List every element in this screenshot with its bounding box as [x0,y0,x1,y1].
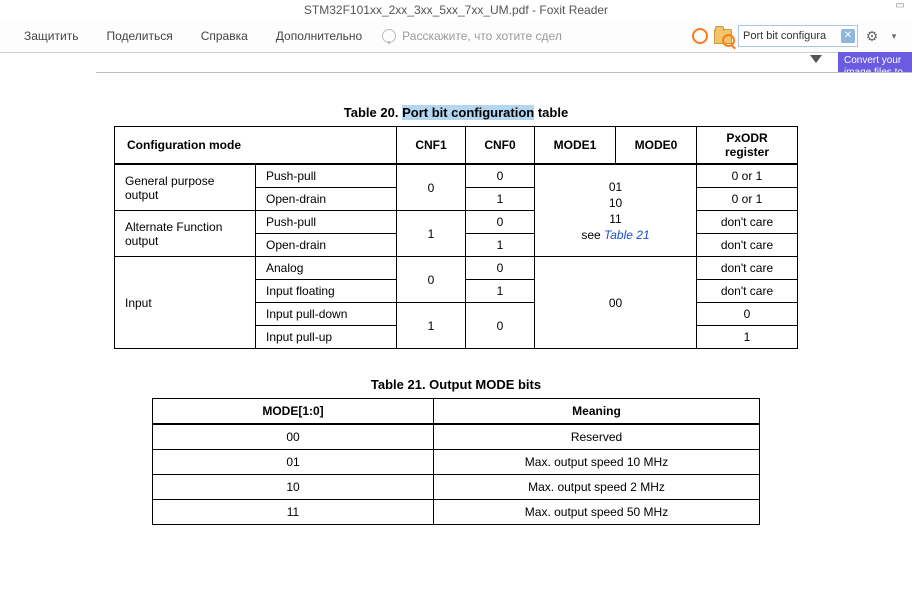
cell-af-label: Alternate Function output [115,211,256,257]
cell-af-cnf0-0: 0 [466,211,535,234]
toolbar-right: Port bit configura ✕ ⚙ ▾ [692,25,902,47]
cell-af-px-1: don't care [697,234,798,257]
cell-af-px-0: don't care [697,211,798,234]
cell-gp-cnf0-1: 1 [466,188,535,211]
mode-line-3: 11 [609,211,621,227]
table21: MODE[1:0] Meaning 00 Reserved 01 Max. ou… [152,398,760,525]
window-title: STM32F101xx_2xx_3xx_5xx_7xx_UM.pdf - Fox… [304,3,608,17]
cell-af-opendrain: Open-drain [256,234,397,257]
table-row: Input Analog 0 0 00 don't care [115,257,798,280]
tell-me-search[interactable]: Расскажите, что хотите сдел [376,29,562,43]
cell-in-floating: Input floating [256,280,397,303]
mode-line-2: 10 [609,195,622,211]
table20-th-cnf1: CNF1 [397,127,466,165]
cell-in-analog: Analog [256,257,397,280]
table-row: 10 Max. output speed 2 MHz [153,475,760,500]
table20-th-config-mode: Configuration mode [115,127,397,165]
cell-gp-opendrain: Open-drain [256,188,397,211]
cell-in-pulldown: Input pull-down [256,303,397,326]
mode-line-1: 01 [609,179,622,195]
table21-caption: Table 21. Output MODE bits [0,377,912,392]
account-icon[interactable] [692,28,708,44]
convert-banner-line1: Convert your [844,55,901,66]
document-view[interactable]: Table 20. Port bit configuration table C… [0,73,912,592]
table20-caption-prefix: Table 20. [344,105,402,120]
cell-in-px-2: 0 [697,303,798,326]
tell-me-placeholder: Расскажите, что хотите сдел [402,29,562,43]
cell-in-cnf0-2: 0 [466,303,535,349]
table-row: 00 Reserved [153,424,760,450]
cell-in-px-0: don't care [697,257,798,280]
window-restore-icon[interactable]: ▭ [894,0,906,12]
document-content: Table 20. Port bit configuration table C… [0,73,912,525]
find-text-value: Port bit configura [743,30,841,42]
cell-in-cnf1-1: 1 [397,303,466,349]
table20-caption: Table 20. Port bit configuration table [0,105,912,120]
t21-mode-1: 01 [153,450,434,475]
cell-gp-px-1: 0 or 1 [697,188,798,211]
mode-see-text: see [581,228,604,242]
table20-caption-highlight: Port bit configuration [402,105,534,120]
menu-item-help[interactable]: Справка [187,29,262,43]
t21-meaning-0: Reserved [434,424,760,450]
cell-in-label: Input [115,257,256,349]
mode-line-4: see Table 21 [581,227,649,243]
cell-gp-cnf1: 0 [397,164,466,211]
cell-in-px-3: 1 [697,326,798,349]
t21-meaning-2: Max. output speed 2 MHz [434,475,760,500]
magnifier-icon [722,34,735,47]
cell-in-cnf0-0: 0 [466,257,535,280]
cell-in-px-1: don't care [697,280,798,303]
ribbon-collapse-icon[interactable] [810,55,822,63]
table-row: General purpose output Push-pull 0 0 01 … [115,164,798,188]
table21-header-row: MODE[1:0] Meaning [153,399,760,425]
table20-th-pxodr: PxODR register [697,127,798,165]
cell-in-cnf0-1: 1 [466,280,535,303]
table-row: 11 Max. output speed 50 MHz [153,500,760,525]
t21-mode-3: 11 [153,500,434,525]
settings-gear-icon[interactable]: ⚙ [864,28,880,44]
cell-mode-combined: 01 10 11 see Table 21 [535,164,697,257]
open-folder-search-icon[interactable] [714,29,732,44]
table20-th-cnf0: CNF0 [466,127,535,165]
cell-af-cnf0-1: 1 [466,234,535,257]
table-row: 01 Max. output speed 10 MHz [153,450,760,475]
cell-gp-label: General purpose output [115,164,256,211]
cell-gp-cnf0-0: 0 [466,164,535,188]
table21-th-meaning: Meaning [434,399,760,425]
table20-th-mode1: MODE1 [535,127,616,165]
clear-search-icon[interactable]: ✕ [841,29,855,43]
window-titlebar: STM32F101xx_2xx_3xx_5xx_7xx_UM.pdf - Fox… [0,0,912,20]
lightbulb-icon [382,29,396,43]
settings-dropdown-icon[interactable]: ▾ [886,28,902,44]
t21-meaning-3: Max. output speed 50 MHz [434,500,760,525]
table21-th-mode: MODE[1:0] [153,399,434,425]
menu-item-protect[interactable]: Защитить [10,29,92,43]
cell-gp-px-0: 0 or 1 [697,164,798,188]
cell-in-pullup: Input pull-up [256,326,397,349]
t21-meaning-1: Max. output speed 10 MHz [434,450,760,475]
menu-item-extra[interactable]: Дополнительно [262,29,376,43]
menu-bar: Защитить Поделиться Справка Дополнительн… [0,20,912,53]
table20-caption-suffix: table [534,105,568,120]
cell-in-mode: 00 [535,257,697,349]
menu-item-share[interactable]: Поделиться [92,29,186,43]
table20-th-mode0: MODE0 [616,127,697,165]
cell-af-cnf1: 1 [397,211,466,257]
t21-mode-0: 00 [153,424,434,450]
cell-in-cnf1-0: 0 [397,257,466,303]
table21-link[interactable]: Table 21 [604,228,650,242]
cell-af-pushpull: Push-pull [256,211,397,234]
table20: Configuration mode CNF1 CNF0 MODE1 MODE0… [114,126,798,349]
find-text-box[interactable]: Port bit configura ✕ [738,25,858,47]
cell-gp-pushpull: Push-pull [256,164,397,188]
table20-header-row: Configuration mode CNF1 CNF0 MODE1 MODE0… [115,127,798,165]
t21-mode-2: 10 [153,475,434,500]
